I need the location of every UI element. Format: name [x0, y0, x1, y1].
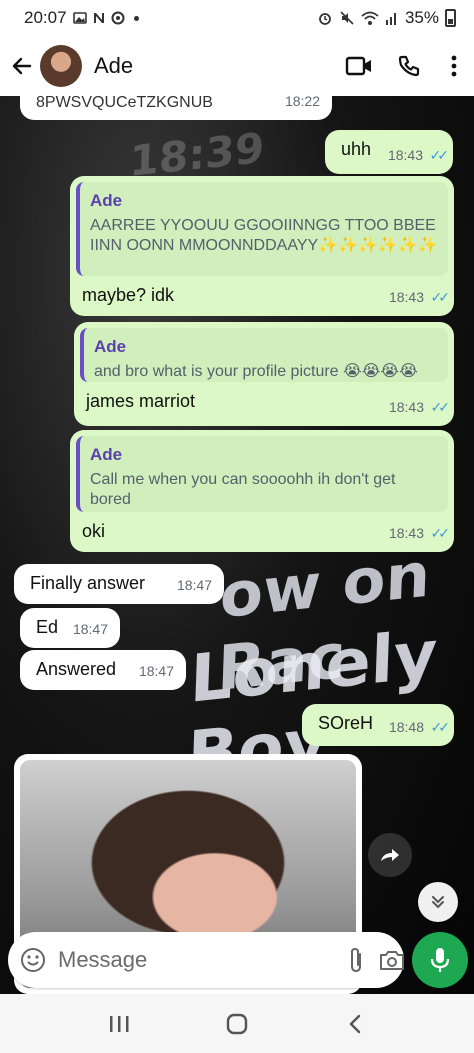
wifi-icon: [361, 11, 379, 25]
system-nav-bar: [0, 994, 474, 1053]
message-text: Finally answer: [30, 573, 146, 593]
signal-icon: [385, 13, 396, 25]
message-outgoing[interactable]: Ade Call me when you can soooohh ih don'…: [70, 430, 454, 552]
voice-message-button[interactable]: [412, 932, 468, 988]
back-icon: [349, 1014, 361, 1033]
status-left: 20:07: [24, 8, 139, 28]
recents-button[interactable]: [89, 999, 149, 1049]
scroll-to-bottom-button[interactable]: [418, 882, 458, 922]
quote-author: Ade: [94, 337, 127, 356]
avatar[interactable]: [40, 45, 82, 87]
read-ticks-icon: ✓✓: [430, 719, 451, 735]
kebab-menu-icon: [451, 55, 457, 77]
message-time: 18:47: [72, 621, 108, 637]
message-outgoing[interactable]: uhh 18:43 ✓✓: [325, 130, 453, 174]
read-ticks-icon: ✓✓: [429, 147, 450, 163]
message-text: SOreH: [318, 713, 374, 733]
emoji-icon: [21, 948, 45, 972]
message-incoming[interactable]: Finally answer 18:47: [14, 564, 224, 604]
message-text: Answered: [36, 659, 117, 679]
n-icon: [93, 13, 104, 23]
battery-icon: [445, 9, 456, 27]
message-time: 18:48: [388, 719, 424, 735]
message-outgoing[interactable]: Ade AARREE YYOOUU GGOOIINNGG TTOO BBEE I…: [70, 176, 454, 316]
quote-author: Ade: [90, 191, 123, 210]
chat-area[interactable]: 18:39 ow on Rac Lonely Boy 8PWSVQUCeTZKG…: [0, 96, 474, 994]
forward-icon: [381, 849, 399, 861]
quote-author: Ade: [90, 445, 123, 464]
more-notifications-dot: [133, 15, 139, 21]
status-bar: 20:07 35%: [0, 0, 474, 36]
read-ticks-icon: ✓✓: [430, 525, 451, 541]
message-time: 18:43: [388, 289, 424, 305]
attach-button[interactable]: [346, 942, 366, 978]
message-time: 18:22: [284, 96, 320, 109]
status-time: 20:07: [24, 8, 67, 27]
mute-icon: [340, 11, 354, 25]
phone-icon: [398, 55, 420, 77]
menu-button[interactable]: [434, 44, 474, 88]
message-incoming[interactable]: Ed 18:47: [20, 608, 120, 648]
read-ticks-icon: ✓✓: [430, 399, 451, 415]
quote-text: and bro what is your profile picture 😭😭😭…: [94, 363, 418, 380]
paperclip-icon: [351, 947, 361, 973]
contact-name[interactable]: Ade: [94, 53, 334, 79]
message-time: 18:43: [388, 399, 424, 415]
quote-text: Call me when you can soooohh ih don't ge…: [90, 471, 396, 508]
video-call-button[interactable]: [334, 44, 384, 88]
image-icon: [72, 12, 87, 24]
alarm-icon: [319, 13, 331, 25]
message-input[interactable]: [58, 947, 346, 973]
message-outgoing[interactable]: Ade and bro what is your profile picture…: [74, 322, 454, 426]
video-camera-icon: [345, 56, 371, 76]
arrow-left-icon: [12, 57, 32, 75]
double-chevron-down-icon: [432, 896, 444, 909]
notification-icons: [72, 11, 139, 25]
battery-percent: 35%: [404, 8, 439, 27]
read-ticks-icon: ✓✓: [430, 289, 451, 305]
home-button[interactable]: [207, 999, 267, 1049]
message-time: 18:43: [387, 147, 423, 163]
message-time: 18:47: [138, 663, 174, 679]
emoji-button[interactable]: [20, 942, 46, 978]
message-time: 18:43: [388, 525, 424, 541]
vpn-icon: [111, 11, 125, 25]
camera-icon: [380, 951, 404, 970]
quoted-message[interactable]: Ade AARREE YYOOUU GGOOIINNGG TTOO BBEE I…: [76, 182, 448, 276]
message-outgoing[interactable]: SOreH 18:48 ✓✓: [302, 704, 454, 746]
message-text: uhh: [341, 139, 372, 159]
quoted-message[interactable]: Ade Call me when you can soooohh ih don'…: [76, 436, 448, 512]
chat-header: Ade: [0, 36, 474, 96]
message-incoming[interactable]: 8PWSVQUCeTZKGNUB 18:22: [20, 96, 332, 120]
microphone-icon: [430, 948, 450, 972]
status-right: 35%: [317, 8, 456, 28]
recents-icon: [110, 1015, 129, 1032]
message-time: 18:47: [176, 577, 212, 593]
message-text: Ed: [36, 617, 59, 637]
nav-back-button[interactable]: [325, 999, 385, 1049]
voice-call-button[interactable]: [384, 44, 434, 88]
camera-button[interactable]: [378, 942, 406, 978]
message-composer: [8, 932, 404, 988]
message-incoming[interactable]: Answered 18:47: [20, 650, 186, 690]
quoted-message[interactable]: Ade and bro what is your profile picture…: [80, 328, 448, 382]
quote-text: AARREE YYOOUU GGOOIINNGG TTOO BBEE IINN …: [90, 217, 438, 254]
forward-button[interactable]: [368, 833, 412, 877]
home-icon: [226, 1013, 248, 1034]
message-text: 8PWSVQUCeTZKGNUB: [36, 96, 213, 111]
back-button[interactable]: [0, 44, 44, 88]
